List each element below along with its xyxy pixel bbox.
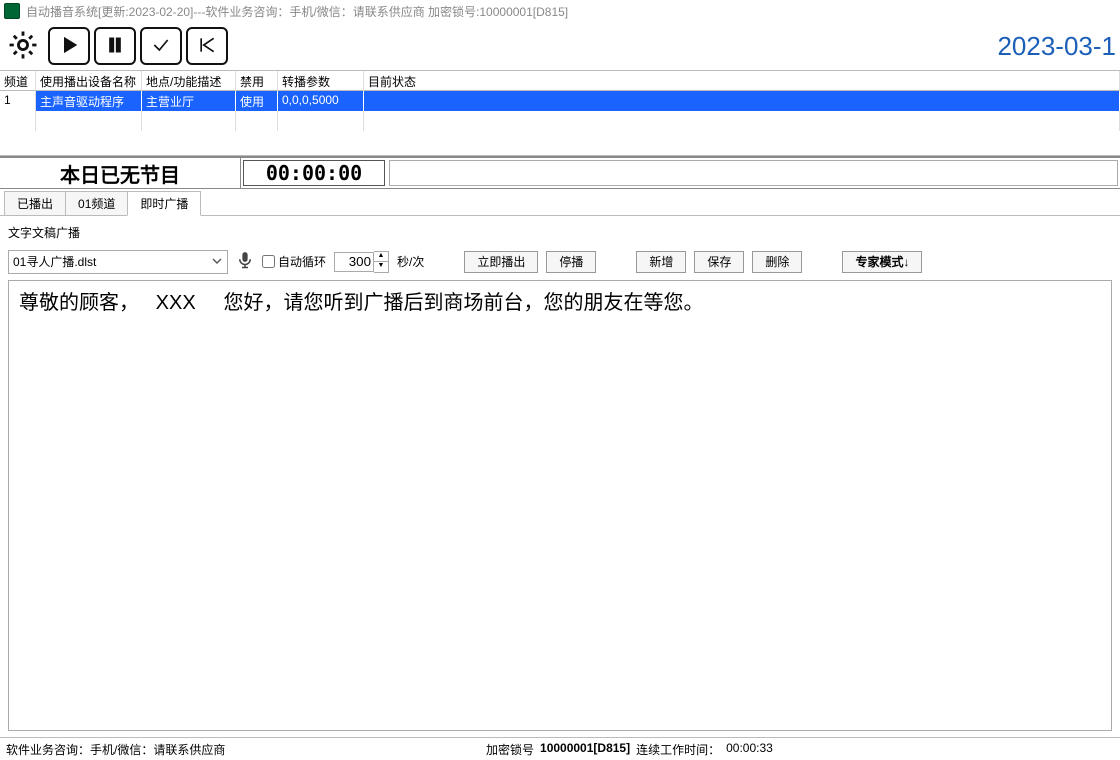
- grid-header: 频道 使用播出设备名称 地点/功能描述 禁用 转播参数 目前状态: [0, 71, 1120, 91]
- interval-spinner[interactable]: ▲▼: [334, 251, 389, 273]
- tab-played[interactable]: 已播出: [4, 191, 66, 215]
- main-toolbar: 2023-03-1: [0, 22, 1120, 70]
- interval-input[interactable]: [334, 252, 374, 272]
- delete-button[interactable]: 删除: [752, 251, 802, 273]
- table-row[interactable]: 1 主声音驱动程序 主营业厅 使用 0,0,0,5000: [0, 91, 1120, 111]
- cell-place: 主营业厅: [142, 91, 236, 111]
- stop-button[interactable]: 停播: [546, 251, 596, 273]
- status-bar: 软件业务咨询：手机/微信：请联系供应商 加密锁号 10000001[D815] …: [0, 737, 1120, 760]
- play-now-button[interactable]: 立即播出: [464, 251, 538, 273]
- tab-instant-broadcast[interactable]: 即时广播: [127, 191, 201, 216]
- settings-button[interactable]: [2, 27, 44, 65]
- confirm-button[interactable]: [140, 27, 182, 65]
- new-button[interactable]: 新增: [636, 251, 686, 273]
- check-icon: [151, 35, 171, 58]
- grid-header-place[interactable]: 地点/功能描述: [142, 71, 236, 91]
- status-uptime-label: 连续工作时间：: [636, 741, 720, 758]
- script-select-value: 01寻人广播.dlst: [13, 253, 96, 270]
- table-row[interactable]: [0, 111, 1120, 131]
- broadcast-text[interactable]: 尊敬的顾客， XXX 您好，请您听到广播后到商场前台，您的朋友在等您。: [8, 280, 1112, 731]
- spinner-arrows[interactable]: ▲▼: [374, 251, 389, 273]
- script-select[interactable]: 01寻人广播.dlst: [8, 250, 228, 274]
- cell-status: [364, 91, 1120, 111]
- grid-header-channel[interactable]: 频道: [0, 71, 36, 91]
- program-bar: 本日已无节目 00:00:00: [0, 156, 1120, 189]
- pause-icon: [105, 35, 125, 58]
- cell-index: 1: [0, 91, 36, 111]
- panel-controls: 01寻人广播.dlst 自动循环 ▲▼ 秒/次 立即播出 停播 新增: [8, 249, 1112, 274]
- grid-header-device[interactable]: 使用播出设备名称: [36, 71, 142, 91]
- auto-loop-input[interactable]: [262, 255, 275, 268]
- play-icon: [59, 35, 79, 58]
- back-button[interactable]: [186, 27, 228, 65]
- auto-loop-checkbox[interactable]: 自动循环: [262, 253, 326, 270]
- app-icon: [4, 3, 20, 19]
- tab-strip: 已播出 01频道 即时广播: [0, 189, 1120, 215]
- grid-header-params[interactable]: 转播参数: [278, 71, 364, 91]
- interval-unit: 秒/次: [397, 253, 424, 270]
- auto-loop-label: 自动循环: [278, 253, 326, 270]
- cell-params: 0,0,0,5000: [278, 91, 364, 111]
- pause-button[interactable]: [94, 27, 136, 65]
- panel-title: 文字文稿广播: [8, 222, 1112, 243]
- channel-grid: 频道 使用播出设备名称 地点/功能描述 禁用 转播参数 目前状态 1 主声音驱动…: [0, 70, 1120, 156]
- status-contact: 软件业务咨询：手机/微信：请联系供应商: [6, 741, 446, 758]
- window-title: 自动播音系统[更新:2023-02-20]---软件业务咨询：手机/微信：请联系…: [26, 3, 568, 20]
- instant-broadcast-panel: 文字文稿广播 01寻人广播.dlst 自动循环 ▲▼ 秒/次 立即播出: [0, 215, 1120, 737]
- tab-channel01[interactable]: 01频道: [65, 191, 128, 215]
- status-lock-value: 10000001[D815]: [540, 741, 630, 758]
- current-date: 2023-03-1: [997, 31, 1118, 62]
- window-titlebar: 自动播音系统[更新:2023-02-20]---软件业务咨询：手机/微信：请联系…: [0, 0, 1120, 22]
- grid-body[interactable]: 1 主声音驱动程序 主营业厅 使用 0,0,0,5000: [0, 91, 1120, 155]
- chevron-down-icon: [209, 253, 225, 269]
- app-root: 自动播音系统[更新:2023-02-20]---软件业务咨询：手机/微信：请联系…: [0, 0, 1120, 760]
- expert-mode-button[interactable]: 专家模式↓: [842, 251, 922, 273]
- back-to-start-icon: [197, 35, 217, 58]
- program-time: 00:00:00: [243, 160, 385, 186]
- grid-header-disabled[interactable]: 禁用: [236, 71, 278, 91]
- program-message: 本日已无节目: [0, 158, 241, 188]
- status-right: 加密锁号 10000001[D815] 连续工作时间： 00:00:33: [486, 741, 773, 758]
- microphone-button[interactable]: [236, 249, 254, 274]
- cell-device: 主声音驱动程序: [36, 91, 142, 111]
- gear-icon: [6, 28, 40, 65]
- play-button[interactable]: [48, 27, 90, 65]
- status-lock-label: 加密锁号: [486, 741, 534, 758]
- grid-header-status[interactable]: 目前状态: [364, 71, 1120, 91]
- program-progress: [389, 160, 1118, 186]
- save-button[interactable]: 保存: [694, 251, 744, 273]
- status-uptime-value: 00:00:33: [726, 741, 773, 758]
- cell-disabled: 使用: [236, 91, 278, 111]
